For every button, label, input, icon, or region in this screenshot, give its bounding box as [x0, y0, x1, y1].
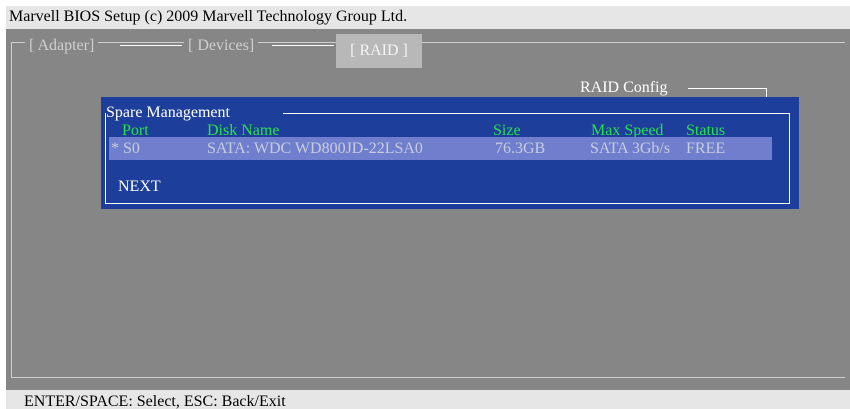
next-button[interactable]: NEXT — [118, 177, 161, 196]
spare-management-divider — [283, 113, 790, 114]
disk-row-status[interactable]: FREE — [686, 141, 725, 157]
window-title: Marvell BIOS Setup (c) 2009 Marvell Tech… — [6, 6, 850, 29]
main-panel — [11, 42, 845, 378]
tab-devices[interactable]: [ Devices] — [184, 29, 259, 63]
spare-management-title: Spare Management — [106, 104, 230, 121]
tab-divider — [272, 45, 334, 46]
disk-row-disk-name[interactable]: SATA: WDC WD800JD-22LSA0 — [207, 141, 423, 157]
disk-row-max-speed[interactable]: SATA 3Gb/s — [590, 141, 670, 157]
disk-row-port[interactable]: * S0 — [111, 141, 140, 157]
tab-adapter[interactable]: [ Adapter] — [25, 29, 99, 63]
disk-row-size[interactable]: 76.3GB — [495, 141, 545, 157]
tab-divider — [424, 42, 845, 43]
tab-raid[interactable]: [ RAID ] — [336, 34, 422, 68]
raid-config-divider — [688, 88, 766, 89]
raid-config-label: RAID Config — [580, 79, 668, 96]
footer-help-text: ENTER/SPACE: Select, ESC: Back/Exit — [24, 393, 286, 409]
tab-divider — [120, 45, 182, 46]
